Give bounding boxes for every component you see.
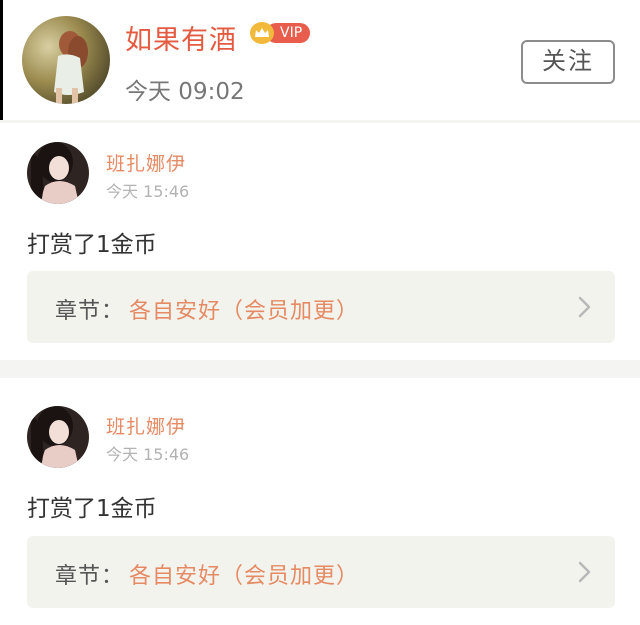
- reward-text: 打赏了1金币: [27, 232, 157, 258]
- user-name[interactable]: 班扎娜伊: [106, 412, 186, 439]
- section-divider: [0, 360, 640, 378]
- chapter-label: 章节：: [55, 299, 125, 324]
- profile-user-name[interactable]: 如果有酒: [125, 18, 237, 57]
- user-avatar[interactable]: [27, 406, 89, 468]
- follow-button[interactable]: 关注: [521, 40, 615, 84]
- item-time: 今天 15:46: [106, 182, 190, 201]
- reward-item: 班扎娜伊 今天 15:46 打赏了1金币 章节： 各自安好（会员加更）: [0, 378, 640, 625]
- left-edge-bar: [0, 0, 3, 120]
- crown-icon: [250, 22, 274, 44]
- user-name[interactable]: 班扎娜伊: [106, 149, 186, 176]
- post-time: 今天 09:02: [125, 79, 245, 105]
- chapter-label: 章节：: [55, 564, 125, 589]
- chapter-title: 各自安好（会员加更）: [129, 564, 360, 589]
- chevron-right-icon: [578, 561, 591, 583]
- reward-item: 班扎娜伊 今天 15:46 打赏了1金币 章节： 各自安好（会员加更）: [0, 123, 640, 360]
- user-avatar-image: [27, 142, 89, 204]
- chapter-title: 各自安好（会员加更）: [129, 299, 360, 324]
- user-avatar[interactable]: [27, 142, 89, 204]
- user-avatar-image: [27, 406, 89, 468]
- chapter-link[interactable]: 章节： 各自安好（会员加更）: [27, 536, 615, 608]
- profile-header: 如果有酒 VIP 今天 09:02 关注: [0, 0, 640, 120]
- chevron-right-icon: [578, 296, 591, 318]
- profile-avatar[interactable]: [22, 16, 110, 104]
- profile-avatar-image: [22, 16, 110, 104]
- chapter-link[interactable]: 章节： 各自安好（会员加更）: [27, 271, 615, 343]
- item-time: 今天 15:46: [106, 445, 190, 464]
- vip-badge: VIP: [250, 22, 311, 44]
- reward-text: 打赏了1金币: [27, 496, 157, 522]
